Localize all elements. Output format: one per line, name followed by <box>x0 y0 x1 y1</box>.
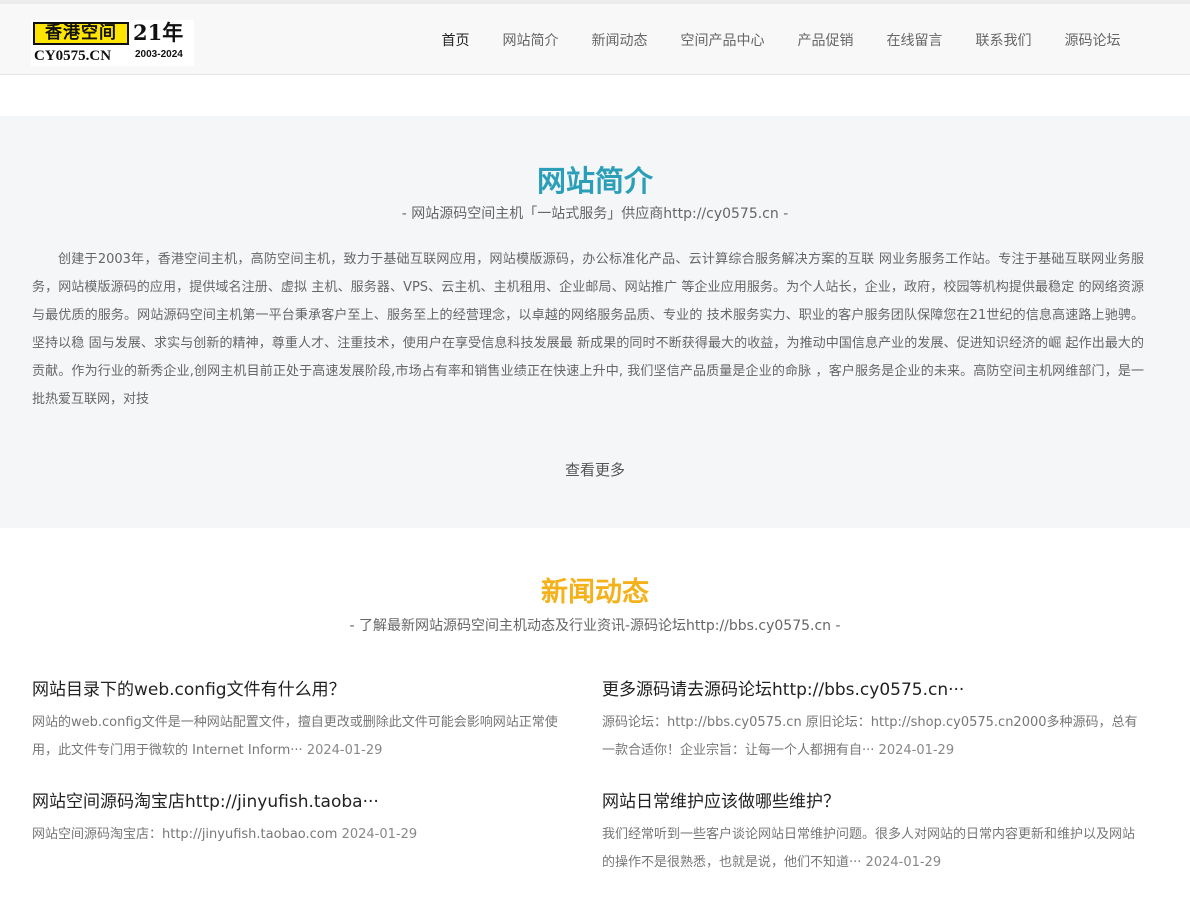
logo-badge: 香港空间 <box>33 22 129 45</box>
news-item: 网站目录下的web.config文件有什么用？ 网站的web.config文件是… <box>32 677 572 765</box>
news-item-summary: 网站的web.config文件是一种网站配置文件，擅自更改或删除此文件可能会影响… <box>32 715 558 758</box>
news-subtitle: - 了解最新网站源码空间主机动态及行业资讯-源码论坛http://bbs.cy0… <box>349 618 841 634</box>
news-item: 更多源码请去源码论坛http://bbs.cy0575.cn··· 源码论坛：h… <box>602 677 1142 765</box>
news-item-title[interactable]: 更多源码请去源码论坛http://bbs.cy0575.cn··· <box>602 677 1142 703</box>
news-item-desc: 我们经常听到一些客户谈论网站日常维护问题。很多人对网站的日常内容更新和维护以及网… <box>602 821 1142 877</box>
news-item-date: 2024-01-29 <box>865 855 942 870</box>
news-title: 新闻动态 <box>541 577 649 608</box>
news-item: 网站空间源码淘宝店http://jinyufish.taoba··· 网站空间源… <box>32 789 572 849</box>
news-item-title[interactable]: 网站日常维护应该做哪些维护？ <box>602 789 1142 815</box>
logo-domain: CY0575.CN <box>34 48 112 64</box>
about-title: 网站简介 <box>536 164 653 198</box>
news-item-desc: 网站空间源码淘宝店：http://jinyufish.taobao.com 20… <box>32 821 572 849</box>
nav-item-contact[interactable]: 联系我们 <box>959 4 1048 79</box>
main-nav: 首页 网站简介 新闻动态 空间产品中心 产品促销 在线留言 联系我们 源码论坛 <box>425 4 1137 79</box>
nav-item-forum[interactable]: 源码论坛 <box>1048 4 1137 79</box>
news-item-desc: 源码论坛：http://bbs.cy0575.cn 原旧论坛：http://sh… <box>602 709 1142 765</box>
news-item-summary: 源码论坛：http://bbs.cy0575.cn 原旧论坛：http://sh… <box>602 715 1138 758</box>
about-section: 网站简介 - 网站源码空间主机「一站式服务」供应商http://cy0575.c… <box>0 116 1190 528</box>
logo-year-range: 2003-2024 <box>135 49 183 60</box>
news-item-title[interactable]: 网站空间源码淘宝店http://jinyufish.taoba··· <box>32 789 572 815</box>
site-header: 香港空间 21年 CY0575.CN 2003-2024 首页 网站简介 新闻动… <box>0 0 1190 75</box>
site-logo[interactable]: 香港空间 21年 CY0575.CN 2003-2024 <box>31 20 194 66</box>
about-more-link[interactable]: 查看更多 <box>0 456 1190 484</box>
news-item-date: 2024-01-29 <box>306 743 383 758</box>
news-item-date: 2024-01-29 <box>341 827 418 842</box>
about-text: 创建于2003年，香港空间主机，高防空间主机，致力于基础互联网应用，网站模版源码… <box>32 252 1144 407</box>
news-item-title[interactable]: 网站目录下的web.config文件有什么用？ <box>32 677 572 703</box>
nav-item-promotions[interactable]: 产品促销 <box>781 4 870 79</box>
nav-item-home[interactable]: 首页 <box>425 4 486 79</box>
news-item-desc: 网站的web.config文件是一种网站配置文件，擅自更改或删除此文件可能会影响… <box>32 709 572 765</box>
logo-year: 21年 <box>133 20 184 45</box>
news-item: 网站日常维护应该做哪些维护？ 我们经常听到一些客户谈论网站日常维护问题。很多人对… <box>602 789 1142 877</box>
news-item-summary: 网站空间源码淘宝店：http://jinyufish.taobao.com <box>32 827 338 842</box>
about-subtitle: - 网站源码空间主机「一站式服务」供应商http://cy0575.cn - <box>401 206 789 222</box>
nav-item-guestbook[interactable]: 在线留言 <box>870 4 959 79</box>
nav-item-products[interactable]: 空间产品中心 <box>664 4 781 79</box>
news-item-date: 2024-01-29 <box>878 743 955 758</box>
nav-item-about[interactable]: 网站简介 <box>486 4 575 79</box>
nav-item-news[interactable]: 新闻动态 <box>575 4 664 79</box>
